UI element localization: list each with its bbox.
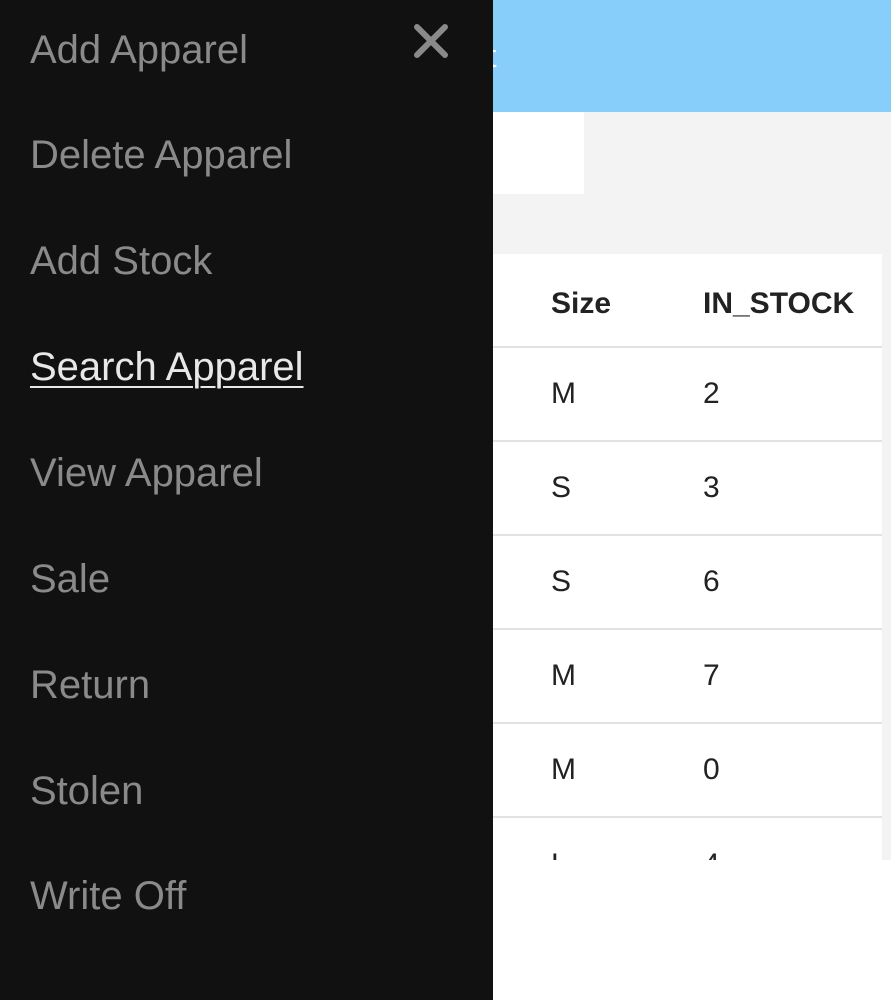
cell-in-stock: 7 [703, 659, 720, 692]
close-drawer-button[interactable] [404, 14, 458, 68]
cell-size: M [551, 753, 576, 786]
nav-item-view-apparel[interactable]: View Apparel [30, 453, 263, 493]
cell-in-stock: 3 [703, 471, 720, 504]
cell-size: M [551, 377, 576, 410]
nav-item-add-apparel[interactable]: Add Apparel [30, 30, 248, 70]
nav-item-delete-apparel[interactable]: Delete Apparel [30, 135, 292, 175]
column-header-size: Size [551, 287, 612, 320]
cell-size: S [551, 565, 572, 598]
nav-item-sale[interactable]: Sale [30, 559, 110, 599]
side-drawer: Add Apparel Delete Apparel Add Stock Sea… [0, 0, 493, 1000]
nav-item-stolen[interactable]: Stolen [30, 771, 143, 811]
cell-size: M [551, 659, 576, 692]
nav-item-return[interactable]: Return [30, 665, 150, 705]
cell-size: S [551, 471, 572, 504]
close-icon [414, 24, 448, 58]
nav-item-add-stock[interactable]: Add Stock [30, 241, 212, 281]
nav-item-write-off[interactable]: Write Off [30, 876, 186, 916]
cell-size: L [551, 818, 568, 860]
cell-in-stock: 4 [703, 818, 720, 860]
column-header-in-stock: IN_STOCK [703, 287, 855, 320]
cell-in-stock: 2 [703, 377, 720, 410]
cell-in-stock: 0 [703, 753, 720, 786]
cell-in-stock: 6 [703, 565, 720, 598]
nav-item-search-apparel[interactable]: Search Apparel [30, 347, 304, 387]
